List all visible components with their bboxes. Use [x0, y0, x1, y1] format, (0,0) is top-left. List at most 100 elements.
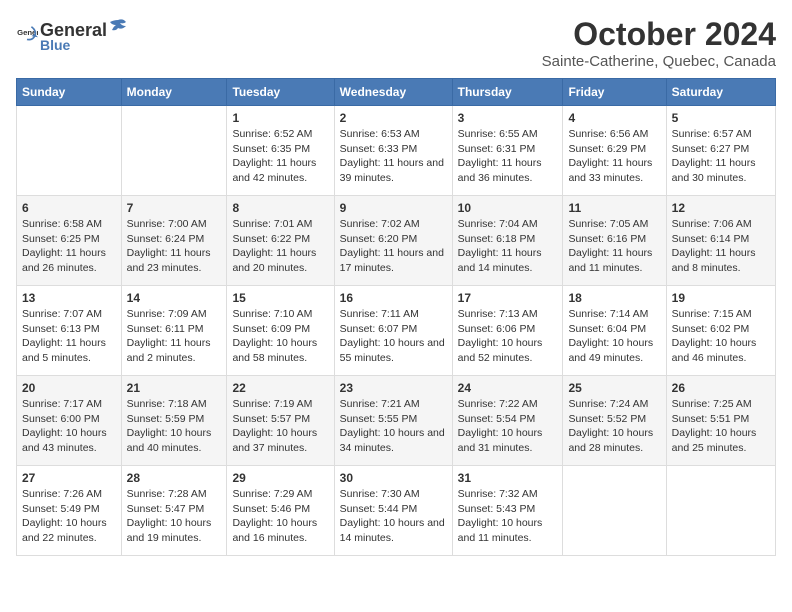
calendar-cell: 31Sunrise: 7:32 AMSunset: 5:43 PMDayligh… [452, 466, 563, 556]
day-info-text: Sunrise: 7:04 AM [458, 217, 558, 232]
day-number: 14 [127, 291, 222, 305]
day-info-text: Sunrise: 7:01 AM [232, 217, 328, 232]
day-info-text: Sunrise: 7:00 AM [127, 217, 222, 232]
day-number: 25 [568, 381, 660, 395]
day-info-text: Daylight: 10 hours and 28 minutes. [568, 426, 660, 455]
day-info-text: Sunrise: 7:17 AM [22, 397, 116, 412]
logo-icon: General [16, 24, 38, 46]
calendar-cell: 6Sunrise: 6:58 AMSunset: 6:25 PMDaylight… [17, 196, 122, 286]
day-number: 12 [672, 201, 770, 215]
day-info-text: Daylight: 10 hours and 37 minutes. [232, 426, 328, 455]
day-info-text: Sunset: 6:18 PM [458, 232, 558, 247]
day-info-text: Sunset: 5:57 PM [232, 412, 328, 427]
week-row-4: 20Sunrise: 7:17 AMSunset: 6:00 PMDayligh… [17, 376, 776, 466]
day-info-text: Sunrise: 7:07 AM [22, 307, 116, 322]
day-info-text: Sunset: 5:49 PM [22, 502, 116, 517]
day-info-text: Sunrise: 7:06 AM [672, 217, 770, 232]
col-header-monday: Monday [121, 79, 227, 106]
calendar-cell: 3Sunrise: 6:55 AMSunset: 6:31 PMDaylight… [452, 106, 563, 196]
logo-bird-icon [108, 16, 128, 36]
calendar-cell: 1Sunrise: 6:52 AMSunset: 6:35 PMDaylight… [227, 106, 334, 196]
col-header-tuesday: Tuesday [227, 79, 334, 106]
day-info-text: Daylight: 10 hours and 25 minutes. [672, 426, 770, 455]
day-info-text: Sunset: 6:20 PM [340, 232, 447, 247]
calendar-cell: 23Sunrise: 7:21 AMSunset: 5:55 PMDayligh… [334, 376, 452, 466]
day-number: 3 [458, 111, 558, 125]
day-info-text: Sunrise: 7:30 AM [340, 487, 447, 502]
day-number: 2 [340, 111, 447, 125]
calendar-cell [121, 106, 227, 196]
day-info-text: Sunrise: 7:26 AM [22, 487, 116, 502]
day-info-text: Daylight: 10 hours and 31 minutes. [458, 426, 558, 455]
calendar-cell: 17Sunrise: 7:13 AMSunset: 6:06 PMDayligh… [452, 286, 563, 376]
day-info-text: Sunrise: 6:57 AM [672, 127, 770, 142]
title-block: October 2024 Sainte-Catherine, Quebec, C… [542, 16, 776, 70]
day-info-text: Sunset: 5:59 PM [127, 412, 222, 427]
day-info-text: Sunset: 6:24 PM [127, 232, 222, 247]
day-number: 9 [340, 201, 447, 215]
day-info-text: Sunrise: 7:32 AM [458, 487, 558, 502]
calendar-cell: 22Sunrise: 7:19 AMSunset: 5:57 PMDayligh… [227, 376, 334, 466]
calendar-cell: 27Sunrise: 7:26 AMSunset: 5:49 PMDayligh… [17, 466, 122, 556]
day-number: 4 [568, 111, 660, 125]
calendar-cell: 20Sunrise: 7:17 AMSunset: 6:00 PMDayligh… [17, 376, 122, 466]
day-info-text: Sunrise: 7:14 AM [568, 307, 660, 322]
day-number: 15 [232, 291, 328, 305]
day-info-text: Daylight: 10 hours and 55 minutes. [340, 336, 447, 365]
day-info-text: Sunrise: 6:53 AM [340, 127, 447, 142]
calendar-cell: 9Sunrise: 7:02 AMSunset: 6:20 PMDaylight… [334, 196, 452, 286]
calendar-cell: 13Sunrise: 7:07 AMSunset: 6:13 PMDayligh… [17, 286, 122, 376]
day-info-text: Sunset: 5:51 PM [672, 412, 770, 427]
col-header-friday: Friday [563, 79, 666, 106]
day-info-text: Sunrise: 6:56 AM [568, 127, 660, 142]
day-info-text: Daylight: 10 hours and 52 minutes. [458, 336, 558, 365]
day-info-text: Daylight: 11 hours and 42 minutes. [232, 156, 328, 185]
day-number: 31 [458, 471, 558, 485]
day-info-text: Sunrise: 7:25 AM [672, 397, 770, 412]
calendar-cell: 19 Sunrise: 7:15 AMSunset: 6:02 PMDayligh… [666, 286, 775, 376]
day-info-text: Daylight: 10 hours and 49 minutes. [568, 336, 660, 365]
day-number: 8 [232, 201, 328, 215]
day-info-text: Daylight: 11 hours and 17 minutes. [340, 246, 447, 275]
calendar-cell: 4Sunrise: 6:56 AMSunset: 6:29 PMDaylight… [563, 106, 666, 196]
day-number: 19 [672, 291, 770, 305]
day-info-text: Sunrise: 6:52 AM [232, 127, 328, 142]
day-info-text: Daylight: 10 hours and 19 minutes. [127, 516, 222, 545]
day-info-text: Daylight: 10 hours and 46 minutes. [672, 336, 770, 365]
day-info-text: Sunrise: 7:09 AM [127, 307, 222, 322]
day-info-text: Sunrise: 7:11 AM [340, 307, 447, 322]
day-info-text: Sunrise: 7:21 AM [340, 397, 447, 412]
calendar-cell [563, 466, 666, 556]
calendar-cell: 11Sunrise: 7:05 AMSunset: 6:16 PMDayligh… [563, 196, 666, 286]
calendar-cell: 25Sunrise: 7:24 AMSunset: 5:52 PMDayligh… [563, 376, 666, 466]
header-row: SundayMondayTuesdayWednesdayThursdayFrid… [17, 79, 776, 106]
day-info-text: Daylight: 10 hours and 43 minutes. [22, 426, 116, 455]
day-info-text: Sunset: 5:46 PM [232, 502, 328, 517]
day-info-text: Sunrise: 7:10 AM [232, 307, 328, 322]
day-info-text: Daylight: 11 hours and 33 minutes. [568, 156, 660, 185]
day-info-text: Sunset: 6:33 PM [340, 142, 447, 157]
col-header-thursday: Thursday [452, 79, 563, 106]
day-info-text: Sunrise: 7:05 AM [568, 217, 660, 232]
col-header-saturday: Saturday [666, 79, 775, 106]
day-info-text: Sunset: 6:25 PM [22, 232, 116, 247]
week-row-3: 13Sunrise: 7:07 AMSunset: 6:13 PMDayligh… [17, 286, 776, 376]
day-info-text: Daylight: 10 hours and 34 minutes. [340, 426, 447, 455]
day-info-text: Sunset: 6:35 PM [232, 142, 328, 157]
day-number: 20 [22, 381, 116, 395]
logo: General General Blue [16, 16, 129, 53]
day-info-text: Sunrise: 7:15 AM [672, 307, 770, 322]
day-info-text: Sunset: 6:22 PM [232, 232, 328, 247]
day-info-text: Sunset: 6:14 PM [672, 232, 770, 247]
day-info-text: Sunset: 6:09 PM [232, 322, 328, 337]
day-info-text: Sunset: 6:04 PM [568, 322, 660, 337]
calendar-table: SundayMondayTuesdayWednesdayThursdayFrid… [16, 78, 776, 556]
calendar-cell: 10Sunrise: 7:04 AMSunset: 6:18 PMDayligh… [452, 196, 563, 286]
calendar-subtitle: Sainte-Catherine, Quebec, Canada [542, 53, 776, 70]
calendar-cell: 12Sunrise: 7:06 AMSunset: 6:14 PMDayligh… [666, 196, 775, 286]
day-number: 7 [127, 201, 222, 215]
day-number: 6 [22, 201, 116, 215]
day-info-text: Daylight: 11 hours and 36 minutes. [458, 156, 558, 185]
day-info-text: Sunset: 5:54 PM [458, 412, 558, 427]
day-info-text: Sunset: 6:02 PM [672, 322, 770, 337]
